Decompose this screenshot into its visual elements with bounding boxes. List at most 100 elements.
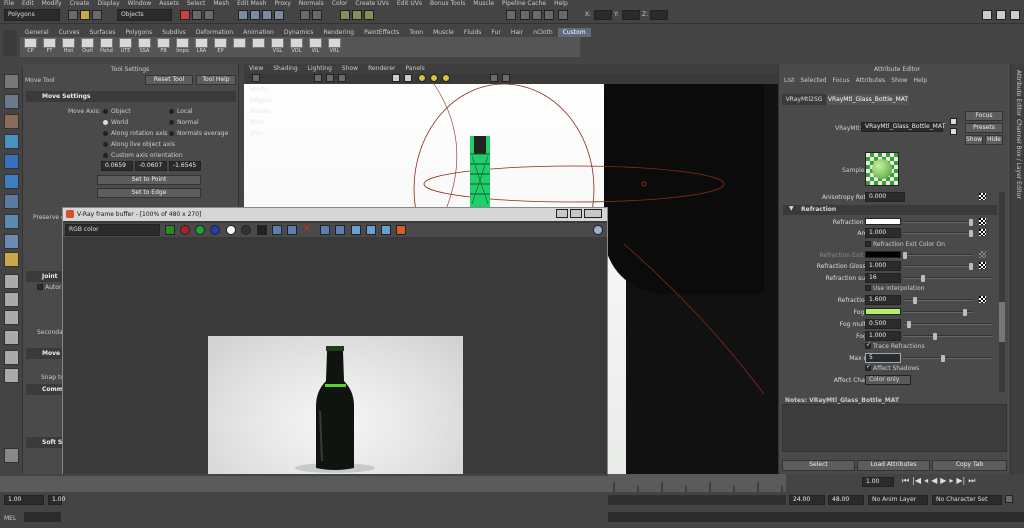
history-icon[interactable] <box>300 10 310 20</box>
range-start-inner-field[interactable]: 1.00 <box>48 495 65 505</box>
step-back-key-icon[interactable]: |◀ <box>912 476 921 486</box>
play-back-icon[interactable]: ◀ <box>931 476 937 486</box>
srgb-icon[interactable] <box>396 225 406 235</box>
fog-color-slider[interactable] <box>903 309 973 316</box>
shelf-button[interactable]: VSL <box>269 37 286 57</box>
shelf-tab-dynamics[interactable]: Dynamics <box>279 28 319 37</box>
shelf-button[interactable]: Outl <box>79 37 96 57</box>
ae-menu-attributes[interactable]: Attributes <box>853 76 889 85</box>
menu-display[interactable]: Display <box>94 0 124 7</box>
shelf-button[interactable] <box>250 37 267 57</box>
load-image-icon[interactable] <box>272 225 282 235</box>
lasso-tool-icon[interactable] <box>4 94 19 109</box>
shelf-button[interactable]: VIL <box>307 37 324 57</box>
custom-axis-z[interactable]: -1.6545 <box>169 161 201 171</box>
ae-menu-focus[interactable]: Focus <box>830 76 853 85</box>
notes-field[interactable] <box>782 404 1007 452</box>
go-input-icon[interactable] <box>950 118 957 125</box>
load-attributes-button[interactable]: Load Attributes <box>857 460 930 471</box>
history-off-icon[interactable] <box>312 10 322 20</box>
ae-scrollbar[interactable] <box>999 192 1005 392</box>
stop-icon[interactable]: ✕ <box>303 224 311 234</box>
custom-axis-y[interactable]: -0.0607 <box>135 161 167 171</box>
max-depth-field[interactable]: 5 <box>865 353 901 363</box>
paint-tool-icon[interactable] <box>4 448 19 463</box>
trace-refractions-checkbox[interactable] <box>865 341 871 349</box>
relative-transform-icon[interactable] <box>532 10 542 20</box>
step-forward-key-icon[interactable]: ▶| <box>956 476 965 486</box>
exit-color-slider[interactable] <box>903 252 973 259</box>
refraction-section[interactable]: Refraction <box>783 205 997 215</box>
shelf-button[interactable]: VDL <box>288 37 305 57</box>
menu-create-uvs[interactable]: Create UVs <box>351 0 392 7</box>
shelf-tab-ncloth[interactable]: nCloth <box>528 28 558 37</box>
animation-end-field[interactable]: 48.00 <box>828 495 864 505</box>
save-scene-icon[interactable] <box>92 10 102 20</box>
shelf-tab-fur[interactable]: Fur <box>486 28 505 37</box>
radio-custom-axis[interactable] <box>103 153 108 158</box>
range-start-field[interactable]: 1.00 <box>4 495 44 505</box>
radio-normals-average[interactable] <box>169 131 174 136</box>
soft-mod-icon[interactable] <box>4 234 19 249</box>
x-field[interactable] <box>594 10 612 20</box>
material-sample-swatch[interactable] <box>865 152 899 186</box>
shelf-button[interactable]: FT <box>41 37 58 57</box>
menu-pipeline-cache[interactable]: Pipeline Cache <box>498 0 550 7</box>
red-channel-icon[interactable] <box>165 225 175 235</box>
radio-normal[interactable] <box>169 120 174 125</box>
ae-menu-list[interactable]: List <box>781 76 798 85</box>
layout-persp-graph-icon[interactable] <box>4 330 19 345</box>
tab-material[interactable]: VRayMtl_Glass_Bottle_MAT <box>827 94 909 105</box>
range-slider[interactable] <box>608 495 786 505</box>
selection-mask-dropdown[interactable]: Objects <box>117 9 172 21</box>
move-settings-section[interactable]: Move Settings <box>26 91 236 102</box>
history-window-icon[interactable] <box>351 225 361 235</box>
fog-color-swatch[interactable] <box>865 308 901 315</box>
menu-create[interactable]: Create <box>66 0 94 7</box>
subdivs-field[interactable]: 16 <box>865 273 901 283</box>
key-icon[interactable] <box>1005 495 1013 503</box>
ae-menu-show[interactable]: Show <box>888 76 910 85</box>
menu-window[interactable]: Window <box>124 0 156 7</box>
shelf-tab-curves[interactable]: Curves <box>54 28 85 37</box>
time-slider[interactable] <box>608 474 786 492</box>
command-line[interactable] <box>24 512 61 522</box>
select-button[interactable]: Select <box>782 460 855 471</box>
blue-channel-icon[interactable] <box>195 225 205 235</box>
amount-field[interactable]: 1.000 <box>865 228 901 238</box>
info-icon[interactable] <box>593 225 603 235</box>
shelf-tab-general[interactable]: General <box>20 28 54 37</box>
radio-world[interactable] <box>103 120 108 125</box>
presets-button[interactable]: Presets <box>965 123 1003 133</box>
toggle-channel-box-icon[interactable] <box>1010 10 1020 20</box>
dark-channel-icon[interactable] <box>241 225 251 235</box>
radio-local[interactable] <box>169 109 174 114</box>
select-object-icon[interactable] <box>192 10 202 20</box>
toggle-attribute-editor-icon[interactable] <box>982 10 992 20</box>
amount-slider[interactable] <box>903 230 973 237</box>
shelf-tab-subdivs[interactable]: Subdivs <box>157 28 191 37</box>
lens-effects-icon[interactable] <box>381 225 391 235</box>
hide-button[interactable]: Hide <box>985 135 1003 145</box>
menu-muscle[interactable]: Muscle <box>469 0 498 7</box>
focus-button[interactable]: Focus <box>965 111 1003 121</box>
mono-channel-icon[interactable] <box>226 225 236 235</box>
select-component-icon[interactable] <box>204 10 214 20</box>
radio-along-live[interactable] <box>103 142 108 147</box>
shelf-tab-rendering[interactable]: Rendering <box>318 28 359 37</box>
toggle-tool-settings-icon[interactable] <box>996 10 1006 20</box>
input-line-icon[interactable] <box>506 10 516 20</box>
layout-hypershade-icon[interactable] <box>4 350 19 365</box>
lock-icon[interactable] <box>558 10 568 20</box>
refraction-color-map-icon[interactable] <box>979 218 986 225</box>
render-settings-icon[interactable] <box>364 10 374 20</box>
shelf-tab-hair[interactable]: Hair <box>506 28 528 37</box>
shelf-tab-deformation[interactable]: Deformation <box>191 28 238 37</box>
shelf-tab-animation[interactable]: Animation <box>238 28 279 37</box>
shelf-button[interactable]: UTE <box>117 37 134 57</box>
ipr-render-icon[interactable] <box>352 10 362 20</box>
shelf-button[interactable]: Hshd <box>98 37 115 57</box>
menu-mesh[interactable]: Mesh <box>209 0 233 7</box>
map-button-icon[interactable] <box>979 193 986 200</box>
step-forward-icon[interactable]: ▸ <box>949 476 953 486</box>
